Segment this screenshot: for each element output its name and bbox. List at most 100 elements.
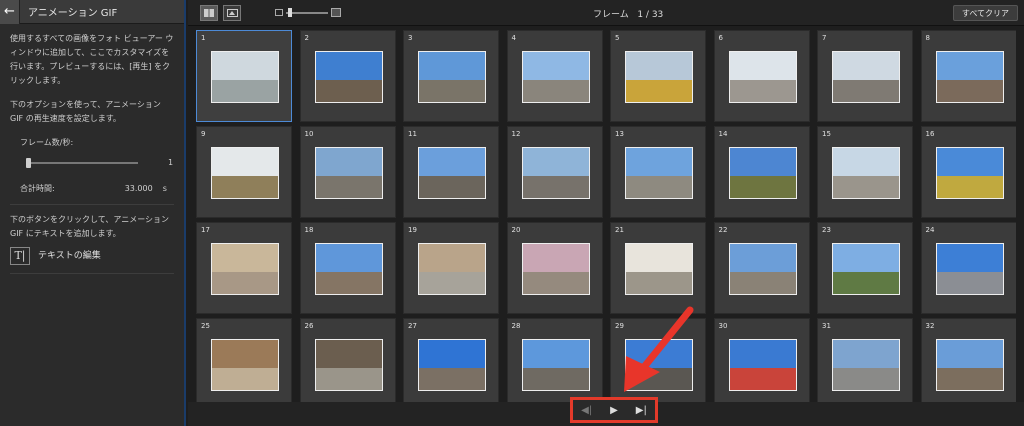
frame-image — [314, 147, 383, 199]
frame-image — [211, 147, 279, 199]
frame-thumbnail[interactable]: 7 — [817, 30, 913, 122]
frame-number: 3 — [408, 34, 413, 42]
frames-grid: 1 2 3 4 5 6 7 8 9 10 11 12 13 14 15 16 17 18 19 20 21 22 23 24 2… — [196, 30, 1016, 402]
frame-thumbnail[interactable]: 30 — [713, 318, 810, 402]
frame-image — [832, 51, 900, 103]
frame-thumbnail[interactable]: 15 — [817, 126, 913, 218]
frame-thumbnail[interactable]: 26 — [299, 318, 396, 402]
frame-number: 31 — [822, 322, 831, 330]
frame-image — [521, 147, 590, 199]
frame-thumbnail[interactable]: 21 — [610, 222, 706, 314]
frame-thumbnail[interactable]: 23 — [817, 222, 913, 314]
frame-number: 18 — [304, 226, 314, 234]
frame-thumbnail[interactable]: 25 — [196, 318, 292, 402]
frame-number: 23 — [822, 226, 831, 234]
sidebar: ← アニメーション GIF 使用するすべての画像をフォト ビューアー ウィンドウ… — [0, 0, 186, 426]
frame-thumbnail[interactable]: 27 — [403, 318, 499, 402]
frame-thumbnail[interactable]: 17 — [196, 222, 292, 314]
image-view-icon — [226, 9, 238, 17]
zoom-out-icon[interactable] — [275, 9, 283, 16]
speed-description: 下のオプションを使って、アニメーション GIF の再生速度を設定します。 — [10, 100, 161, 123]
playback-controls: ◀| ▶ ▶| — [570, 397, 658, 423]
frame-thumbnail[interactable]: 5 — [610, 30, 706, 122]
frame-image — [211, 243, 279, 295]
frame-number: 26 — [304, 322, 314, 330]
frame-total: 33 — [651, 10, 664, 20]
clear-all-button[interactable]: すべてクリア — [952, 5, 1018, 21]
skip-forward-icon[interactable]: ▶| — [632, 405, 650, 416]
frame-thumbnail[interactable]: 22 — [713, 222, 810, 314]
frame-thumbnail[interactable]: 8 — [920, 30, 1016, 122]
frame-image — [625, 147, 693, 199]
frame-image — [314, 51, 383, 103]
frame-thumbnail[interactable]: 3 — [403, 30, 499, 122]
frame-number: 7 — [822, 34, 827, 42]
grid-view-button[interactable] — [200, 5, 218, 21]
frame-image — [728, 243, 797, 295]
frame-thumbnail[interactable]: 1 — [196, 30, 292, 122]
frame-image — [625, 243, 693, 295]
back-arrow-icon[interactable]: ← — [0, 0, 20, 24]
frame-thumbnail[interactable]: 31 — [817, 318, 913, 402]
frame-image — [418, 51, 486, 103]
frame-image — [728, 339, 797, 391]
sidebar-header: ← アニメーション GIF — [0, 0, 184, 24]
frame-thumbnail[interactable]: 2 — [299, 30, 396, 122]
frame-image — [935, 147, 1004, 199]
fps-value: 1 — [168, 158, 174, 167]
frame-image — [314, 243, 383, 295]
frame-thumbnail[interactable]: 28 — [506, 318, 603, 402]
frame-number: 2 — [304, 34, 309, 42]
frame-thumbnail[interactable]: 20 — [506, 222, 603, 314]
frame-thumbnail[interactable]: 32 — [920, 318, 1016, 402]
divider — [10, 204, 174, 205]
frame-number: 5 — [615, 34, 620, 42]
skip-back-icon[interactable]: ◀| — [578, 405, 596, 416]
frame-number: 24 — [925, 226, 935, 234]
edit-text-label: テキストの編集 — [38, 251, 101, 261]
frame-image — [211, 339, 279, 391]
frame-number: 12 — [511, 130, 521, 138]
fps-slider-row: 1 — [26, 156, 174, 170]
frame-number: 30 — [718, 322, 728, 330]
frame-thumbnail[interactable]: 6 — [713, 30, 810, 122]
frame-thumbnail[interactable]: 24 — [920, 222, 1016, 314]
play-icon[interactable]: ▶ — [605, 405, 623, 416]
frame-number: 27 — [408, 322, 417, 330]
frame-thumbnail[interactable]: 14 — [713, 126, 810, 218]
frame-thumbnail[interactable]: 10 — [299, 126, 396, 218]
zoom-slider-handle[interactable] — [288, 8, 292, 17]
frame-thumbnail[interactable]: 18 — [299, 222, 396, 314]
single-view-button[interactable] — [223, 5, 241, 21]
frame-number: 32 — [925, 322, 935, 330]
frame-image — [832, 339, 900, 391]
frame-thumbnail[interactable]: 11 — [403, 126, 499, 218]
frame-image — [314, 339, 383, 391]
zoom-slider[interactable] — [286, 12, 328, 14]
frame-number: 9 — [201, 130, 206, 138]
frame-thumbnail[interactable]: 12 — [506, 126, 603, 218]
frame-image — [728, 147, 797, 199]
panel-title: アニメーション GIF — [28, 8, 118, 19]
frame-thumbnail[interactable]: 4 — [506, 30, 603, 122]
frame-number: 6 — [718, 34, 723, 42]
frame-thumbnail[interactable]: 19 — [403, 222, 499, 314]
frame-number: 15 — [822, 130, 831, 138]
frame-image — [832, 243, 900, 295]
frame-thumbnail[interactable]: 9 — [196, 126, 292, 218]
zoom-in-icon[interactable] — [331, 8, 341, 17]
edit-text-button[interactable]: T| テキストの編集 — [10, 247, 174, 265]
frame-thumbnail[interactable]: 13 — [610, 126, 706, 218]
frame-image — [211, 51, 279, 103]
fps-slider[interactable] — [26, 158, 138, 168]
frame-number: 11 — [408, 130, 417, 138]
frame-current: 1 — [637, 10, 644, 20]
frame-image — [935, 243, 1004, 295]
divider — [10, 273, 174, 274]
frame-thumbnail[interactable]: 16 — [920, 126, 1016, 218]
frame-number: 13 — [615, 130, 624, 138]
fps-label: フレーム数/秒: — [20, 138, 74, 147]
fps-slider-handle[interactable] — [26, 158, 31, 168]
frame-thumbnail[interactable]: 29 — [610, 318, 706, 402]
frame-number: 25 — [201, 322, 210, 330]
